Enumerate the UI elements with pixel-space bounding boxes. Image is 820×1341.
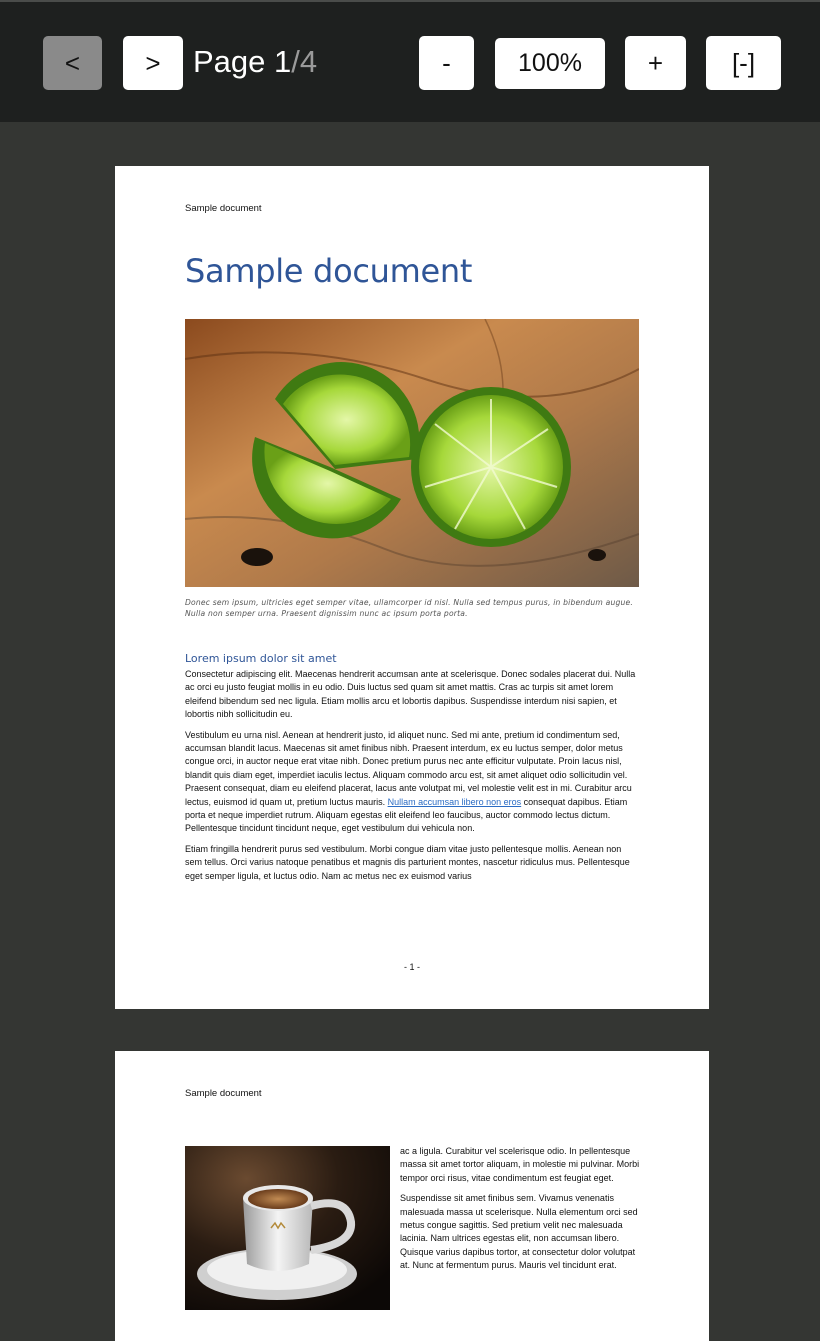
viewer-toolbar: < > Page 1/4 - 100% + [-] <box>0 0 820 122</box>
coffee-cup-photo <box>185 1146 390 1310</box>
running-header: Sample document <box>185 203 262 214</box>
zoom-level-field[interactable]: 100% <box>495 38 605 89</box>
image-caption: Donec sem ipsum, ultricies eget semper v… <box>185 598 633 618</box>
paragraph-1: ac a ligula. Curabitur vel scelerisque o… <box>400 1146 640 1183</box>
zoom-out-button[interactable]: - <box>419 36 474 90</box>
document-page-2: Sample document ac a ligula. Curabitur v… <box>115 1051 709 1341</box>
document-title: Sample document <box>185 252 473 290</box>
fit-page-button[interactable]: [-] <box>706 36 781 90</box>
running-header: Sample document <box>185 1088 262 1099</box>
lime-photo <box>185 319 639 587</box>
inline-link[interactable]: Nullam accumsan libero non eros <box>388 797 522 807</box>
previous-page-button[interactable]: < <box>43 36 102 90</box>
document-page-1: Sample document Sample document Donec se… <box>115 166 709 1009</box>
zoom-in-button[interactable]: + <box>625 36 686 90</box>
paragraph-2-text: Vestibulum eu urna nisl. Aenean at hendr… <box>185 729 632 807</box>
section-heading: Lorem ipsum dolor sit amet <box>185 652 337 665</box>
paragraph-1: Consectetur adipiscing elit. Maecenas he… <box>185 669 636 720</box>
body-text: Consectetur adipiscing elit. Maecenas he… <box>185 668 640 890</box>
page-number: - 1 - <box>403 962 420 972</box>
paragraph-3: Etiam fringilla hendrerit purus sed vest… <box>185 843 630 881</box>
total-pages: /4 <box>291 44 318 79</box>
current-page: 1 <box>274 44 292 79</box>
paragraph-2: Suspendisse sit amet finibus sem. Vivamu… <box>400 1193 638 1271</box>
paragraph-2: Vestibulum eu urna nisl. Aenean at hendr… <box>185 729 640 836</box>
side-text: ac a ligula. Curabitur vel scelerisque o… <box>400 1145 640 1280</box>
page-prefix: Page <box>193 44 275 79</box>
next-page-button[interactable]: > <box>123 36 183 90</box>
page-indicator: Page 1/4 <box>193 42 317 82</box>
